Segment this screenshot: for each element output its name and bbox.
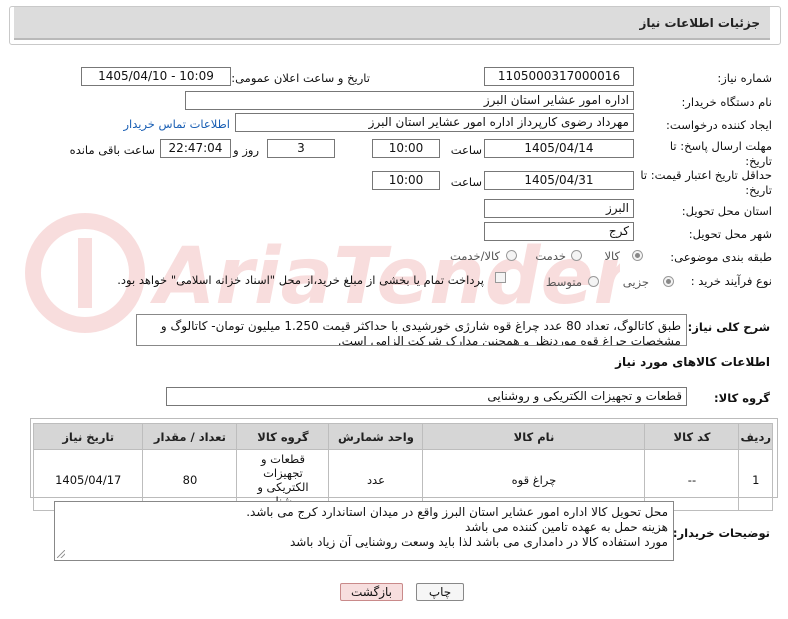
print-button[interactable]: چاپ	[416, 583, 464, 601]
col-qty: تعداد / مقدار	[142, 423, 238, 450]
back-button[interactable]: بازگشت	[340, 583, 403, 601]
validity-date-field[interactable]: 1405/04/31	[484, 171, 634, 190]
category-goods-radio[interactable]	[632, 250, 643, 261]
process-label: نوع فرآیند خرید :	[690, 274, 772, 288]
province-field[interactable]: البرز	[484, 199, 634, 218]
remaining-time-label: ساعت باقی مانده	[69, 143, 155, 157]
col-row: ردیف	[738, 423, 773, 450]
requester-label: ایجاد کننده درخواست:	[666, 118, 772, 132]
category-service-label: خدمت	[535, 249, 566, 263]
goods-group-label: گروه کالا:	[714, 391, 770, 405]
days-remaining-field[interactable]: 3	[267, 139, 335, 158]
buyer-contact-link[interactable]: اطلاعات تماس خریدار	[123, 117, 230, 131]
items-table: ردیف کد کالا نام کالا واحد شمارش گروه کا…	[32, 423, 773, 511]
province-label: استان محل تحویل:	[681, 204, 772, 218]
city-field[interactable]: کرج	[484, 222, 634, 241]
buyer-note-line-1: محل تحویل کالا اداره امور عشایر استان ال…	[246, 505, 668, 519]
need-number-field[interactable]: 1105000317000016	[484, 67, 634, 86]
process-minor-label: جزیی	[622, 275, 649, 289]
category-service-radio[interactable]	[571, 250, 582, 261]
category-goods-service-label: کالا/خدمت	[449, 249, 500, 263]
buyer-org-label: نام دستگاه خریدار:	[681, 95, 772, 109]
payment-treasury-checkbox[interactable]	[495, 272, 506, 283]
city-label: شهر محل تحویل:	[688, 227, 772, 241]
deadline-time-field[interactable]: 10:00	[372, 139, 440, 158]
process-minor-radio[interactable]	[663, 276, 674, 287]
buyer-note-line-2: هزینه حمل به عهده تامین کننده می باشد	[464, 520, 668, 534]
description-label: شرح کلی نیاز:	[687, 320, 770, 334]
category-label: طبقه بندی موضوعی:	[670, 250, 772, 264]
deadline-label: مهلت ارسال پاسخ: تا تاریخ:	[669, 139, 772, 168]
validity-time-field[interactable]: 10:00	[372, 171, 440, 190]
col-name: نام کالا	[422, 423, 646, 450]
goods-group-field[interactable]: قطعات و تجهیزات الکتریکی و روشنایی	[166, 387, 687, 406]
col-unit: واحد شمارش	[328, 423, 424, 450]
process-medium-radio[interactable]	[588, 276, 599, 287]
remaining-time-field[interactable]: 22:47:04	[160, 139, 231, 158]
deadline-date-field[interactable]: 1405/04/14	[484, 139, 634, 158]
buyer-note-line-3: مورد استفاده کالا در دامداری می باشد لذا…	[289, 535, 668, 549]
goods-info-title: اطلاعات کالاهای مورد نیاز	[615, 355, 770, 369]
page-title: جزئیات اطلاعات نیاز	[14, 7, 770, 40]
category-goods-service-radio[interactable]	[506, 250, 517, 261]
payment-treasury-note: پرداخت تمام یا بخشی از مبلغ خرید،از محل …	[117, 273, 484, 287]
col-code: کد کالا	[644, 423, 740, 450]
days-label: روز و	[233, 143, 259, 157]
validity-time-label: ساعت	[450, 175, 482, 189]
validity-label: حداقل تاریخ اعتبار قیمت: تا تاریخ:	[640, 168, 772, 197]
buyer-notes-label: توضیحات خریدار:	[672, 526, 770, 540]
description-textarea[interactable]: طبق کاتالوگ، تعداد 80 عدد چراغ قوه شارژی…	[136, 314, 687, 346]
requester-field[interactable]: مهرداد رضوی کارپرداز اداره امور عشایر اس…	[235, 113, 634, 132]
buyer-org-field[interactable]: اداره امور عشایر استان البرز	[185, 91, 634, 110]
col-date: تاریخ نیاز	[32, 423, 144, 450]
need-details-page: جزئیات اطلاعات نیاز AriaTender.net شماره…	[0, 0, 788, 619]
col-group: گروه کالا	[236, 423, 330, 450]
process-medium-label: متوسط	[545, 275, 582, 289]
resize-grip-icon[interactable]	[57, 550, 65, 558]
announce-label: تاریخ و ساعت اعلان عمومی:	[231, 71, 370, 85]
buyer-notes-textarea[interactable]: محل تحویل کالا اداره امور عشایر استان ال…	[54, 501, 674, 561]
deadline-time-label: ساعت	[450, 143, 482, 157]
need-number-label: شماره نیاز:	[717, 71, 772, 85]
announce-field[interactable]: 1405/04/10 - 10:09	[81, 67, 231, 86]
category-goods-label: کالا	[604, 249, 620, 263]
cell-row: 1	[738, 449, 773, 511]
